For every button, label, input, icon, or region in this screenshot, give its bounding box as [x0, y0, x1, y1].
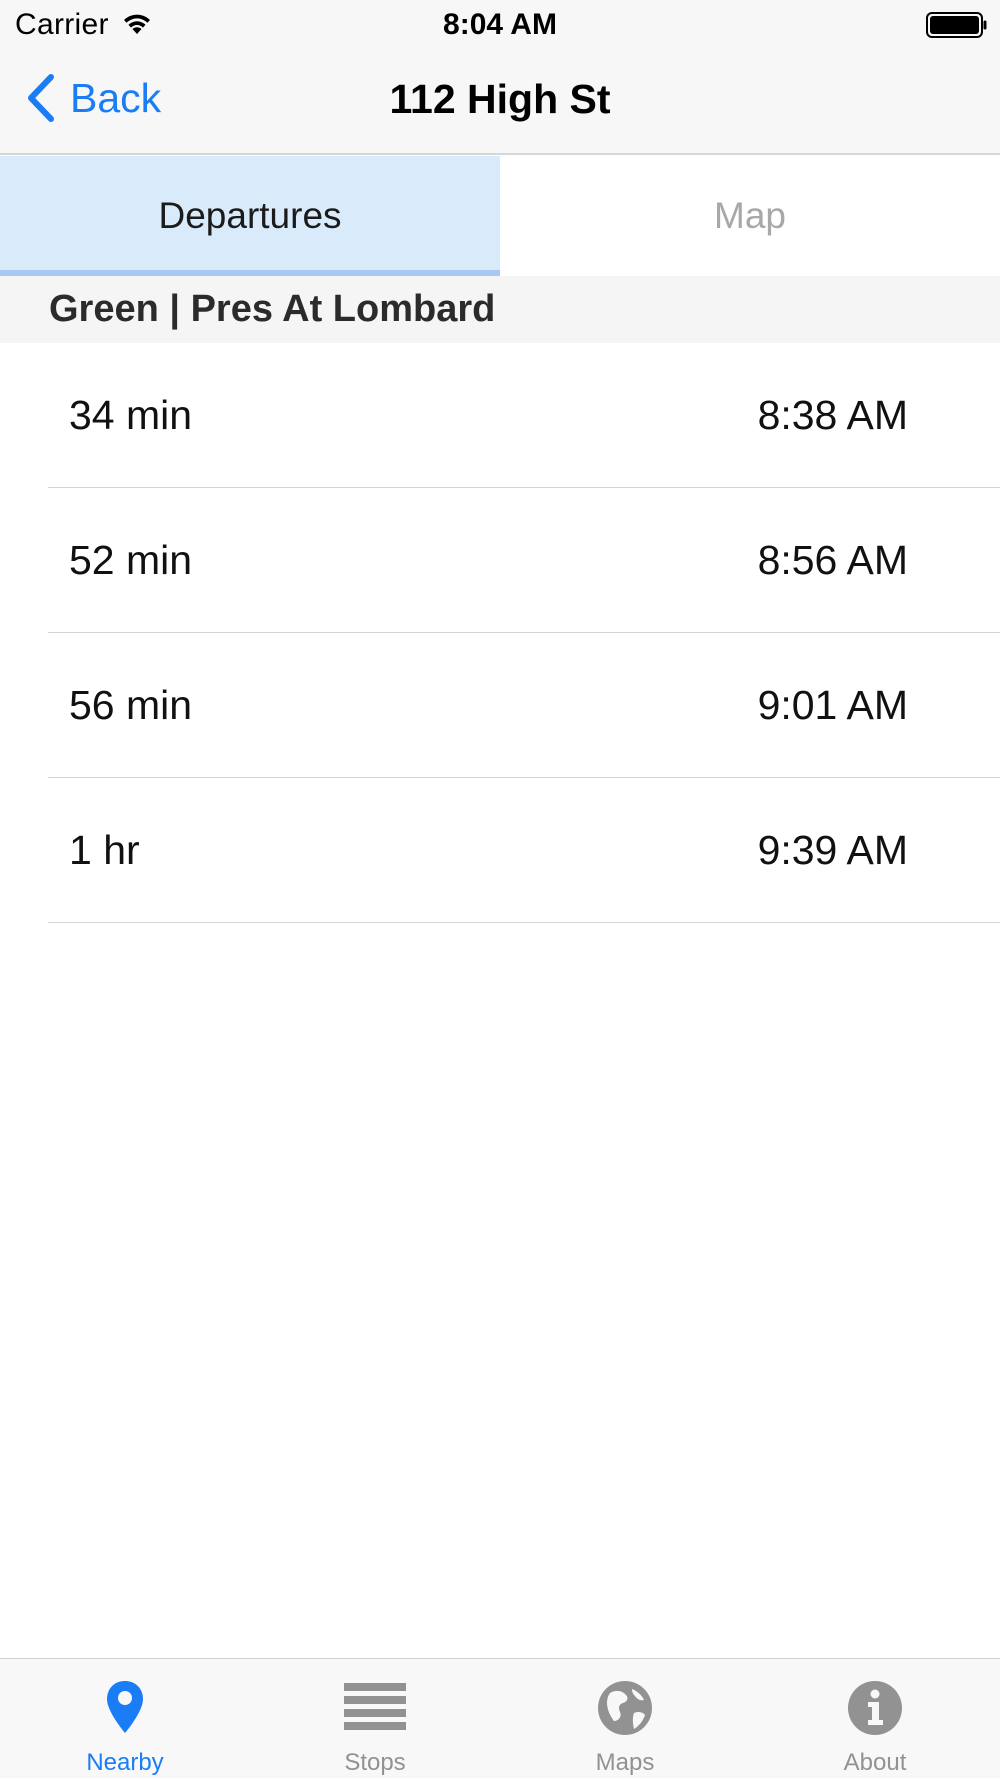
info-icon — [848, 1681, 902, 1735]
departure-row[interactable]: 1 hr 9:39 AM — [0, 778, 1000, 923]
departure-row[interactable]: 34 min 8:38 AM — [0, 343, 1000, 488]
segmented-control: Departures Map — [0, 156, 1000, 276]
location-pin-icon — [107, 1681, 143, 1733]
tab-bar-item-maps[interactable]: Maps — [500, 1659, 750, 1778]
departure-time: 8:56 AM — [757, 537, 908, 583]
tab-bar: Nearby Stops Maps About — [0, 1658, 1000, 1778]
tab-bar-label: About — [843, 1749, 907, 1776]
departure-row[interactable]: 52 min 8:56 AM — [0, 488, 1000, 633]
app-screen: Carrier 8:04 AM Back 112 High St Departu… — [0, 0, 1000, 1778]
departure-time: 9:01 AM — [757, 682, 908, 728]
departures-list: 34 min 8:38 AM 52 min 8:56 AM 56 min 9:0… — [0, 343, 1000, 923]
departure-wait: 34 min — [69, 392, 193, 438]
route-section-header: Green | Pres At Lombard — [0, 276, 1000, 343]
departure-row[interactable]: 56 min 9:01 AM — [0, 633, 1000, 778]
tab-departures[interactable]: Departures — [0, 156, 500, 276]
tab-bar-label: Maps — [595, 1749, 655, 1776]
tab-map[interactable]: Map — [500, 156, 1000, 276]
departure-wait: 56 min — [69, 682, 193, 728]
list-icon — [344, 1683, 406, 1730]
departure-time: 9:39 AM — [757, 827, 908, 873]
battery-icon — [926, 12, 988, 38]
tab-bar-item-about[interactable]: About — [750, 1659, 1000, 1778]
tab-bar-label: Stops — [344, 1749, 406, 1776]
departure-wait: 52 min — [69, 537, 193, 583]
departure-wait: 1 hr — [69, 827, 140, 873]
globe-icon — [598, 1681, 652, 1735]
status-bar: Carrier 8:04 AM — [0, 0, 1000, 46]
status-time: 8:04 AM — [443, 8, 557, 41]
navigation-bar: Back 112 High St — [0, 46, 1000, 155]
departure-time: 8:38 AM — [757, 392, 908, 438]
tab-bar-item-nearby[interactable]: Nearby — [0, 1659, 250, 1778]
tab-bar-item-stops[interactable]: Stops — [250, 1659, 500, 1778]
page-title: 112 High St — [389, 76, 611, 122]
tab-bar-label: Nearby — [86, 1749, 164, 1776]
